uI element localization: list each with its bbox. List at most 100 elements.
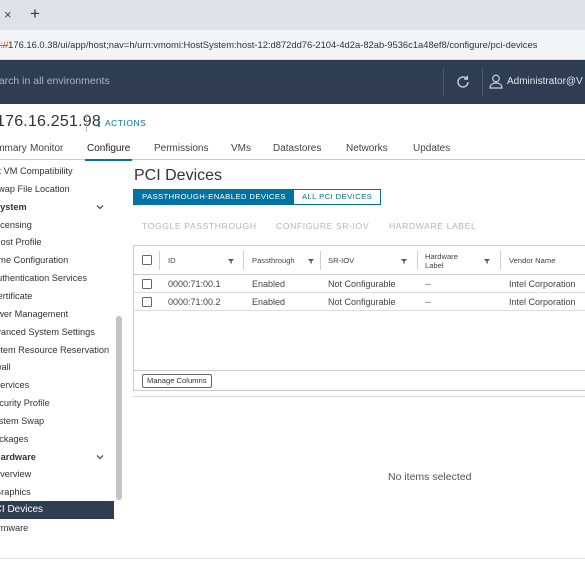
sidebar-item-hardware[interactable]: Hardware — [0, 448, 114, 466]
cell-id: 0000:71:00.2 — [168, 297, 221, 307]
table-row[interactable]: 0000:71:00.1 Enabled Not Configurable --… — [134, 275, 585, 293]
column-header-passthrough[interactable]: Passthrough — [252, 246, 295, 275]
sidebar-item-system[interactable]: System — [0, 198, 114, 216]
column-header-sriov[interactable]: SR-IOV — [328, 246, 354, 275]
sidebar-item-label: Services — [0, 380, 30, 391]
actions-menu[interactable]: ACTIONS — [98, 118, 146, 129]
cell-passthrough: Enabled — [252, 297, 286, 307]
sidebar-item-label: Licensing — [0, 219, 32, 230]
detail-divider — [133, 396, 585, 397]
cell-sriov: Not Configurable — [328, 279, 396, 289]
column-divider — [159, 251, 160, 270]
cell-vendor: Intel Corporation — [509, 297, 576, 307]
sidebar-item-system-swap[interactable]: System Swap — [0, 412, 114, 430]
new-tab-icon[interactable]: + — [30, 4, 40, 24]
tab-summary[interactable]: Summary — [0, 143, 27, 154]
sidebar-item-label: Authentication Services — [0, 273, 88, 284]
sidebar-item-label: Certificate — [0, 290, 33, 301]
column-header-vendor[interactable]: Vendor Name — [509, 246, 555, 275]
app-header: Search in all environments Administrator… — [0, 60, 585, 104]
sidebar-item-label: System Swap — [0, 415, 45, 426]
chevron-down-icon[interactable] — [95, 452, 105, 462]
tab-configure[interactable]: Configure — [84, 143, 133, 161]
main-tabs: SummaryMonitor Configure Permissions VMs Dat… — [0, 138, 585, 161]
sidebar-item-system-resource-reservation[interactable]: System Resource Reservation — [0, 341, 114, 359]
sidebar-item-overview[interactable]: Overview — [0, 465, 114, 483]
tab-vms[interactable]: VMs — [231, 143, 251, 154]
sidebar-item-label: Firewall — [0, 362, 11, 373]
manage-columns-button[interactable]: Manage Columns — [142, 374, 212, 388]
tab-close-icon[interactable]: × — [4, 7, 12, 22]
empty-detail-message: No items selected — [388, 471, 472, 483]
filter-icon[interactable] — [228, 259, 234, 264]
sidebar-item-services[interactable]: Services — [0, 376, 114, 394]
header-divider — [482, 68, 483, 96]
sidebar-item-label: Graphics — [0, 487, 31, 498]
sidebar-item-advanced-system-settings[interactable]: Advanced System Settings — [0, 323, 114, 341]
sidebar-item-label: Swap File Location — [0, 183, 70, 194]
column-divider — [500, 251, 501, 270]
all-pci-devices-button[interactable]: ALL PCI DEVICES — [293, 190, 381, 204]
column-header-id[interactable]: ID — [168, 246, 176, 275]
sidebar-item-label: Host Profile — [0, 237, 42, 248]
sidebar-item-label: Time Configuration — [0, 255, 69, 266]
sidebar-item-default-vm-compatibility[interactable]: Default VM Compatibility — [0, 162, 114, 180]
table-row[interactable]: 0000:71:00.2 Enabled Not Configurable --… — [134, 293, 585, 311]
user-icon[interactable] — [489, 74, 503, 89]
column-divider — [320, 251, 321, 270]
tab-monitor[interactable]: Monitor — [30, 143, 63, 154]
sidebar-item-power-management[interactable]: Power Management — [0, 305, 114, 323]
filter-icon[interactable] — [308, 259, 314, 264]
sidebar-item-licensing[interactable]: Licensing — [0, 216, 114, 234]
tab-permissions[interactable]: Permissions — [154, 143, 208, 154]
sidebar-item-label: Packages — [0, 433, 29, 444]
sidebar-item-graphics[interactable]: Graphics — [0, 483, 114, 501]
filter-icon[interactable] — [401, 259, 407, 264]
column-divider — [417, 251, 418, 270]
sidebar-item-time-configuration[interactable]: Time Configuration — [0, 251, 114, 269]
sidebar-item-packages[interactable]: Packages — [0, 430, 114, 448]
sidebar-item-certificate[interactable]: Certificate — [0, 287, 114, 305]
device-filter-toggle: PASSTHROUGH-ENABLED DEVICES ALL PCI DEVIC… — [133, 189, 382, 205]
select-all-checkbox[interactable] — [142, 255, 152, 265]
sidebar-item-security-profile[interactable]: Security Profile — [0, 394, 114, 412]
row-checkbox[interactable] — [142, 297, 152, 307]
configure-sriov-button[interactable]: CONFIGURE SR-IOV — [276, 221, 369, 231]
grid-footer: Manage Columns — [134, 370, 585, 392]
sidebar-item-swap-file-location[interactable]: Swap File Location — [0, 180, 114, 198]
sidebar-scrollbar[interactable] — [116, 316, 122, 500]
refresh-icon[interactable] — [455, 74, 471, 90]
sidebar-item-label: Hardware — [0, 451, 36, 462]
sidebar-item-pci-devices[interactable]: PCI Devices — [0, 501, 114, 520]
actions-label: ACTIONS — [105, 118, 147, 128]
hardware-label-button[interactable]: HARDWARE LABEL — [389, 221, 476, 231]
filter-icon[interactable] — [484, 259, 490, 264]
toggle-passthrough-button[interactable]: TOGGLE PASSTHROUGH — [142, 221, 257, 231]
cell-id: 0000:71:00.1 — [168, 279, 221, 289]
sidebar-item-label: System Resource Reservation — [0, 344, 110, 355]
column-divider — [243, 251, 244, 270]
passthrough-enabled-devices-button[interactable]: PASSTHROUGH-ENABLED DEVICES — [134, 190, 294, 204]
sidebar-item-host-profile[interactable]: Host Profile — [0, 233, 114, 251]
pci-device-grid: ID Passthrough SR-IOV Hardware Label Ven… — [133, 245, 585, 391]
sidebar-item-label: Firmware — [0, 523, 29, 533]
browser-tab-strip: × + — [0, 0, 585, 30]
column-header-hardware-label[interactable]: Hardware Label — [425, 246, 467, 275]
sidebar-item-authentication-services[interactable]: Authentication Services — [0, 269, 114, 287]
tab-networks[interactable]: Networks — [346, 143, 388, 154]
tab-updates[interactable]: Updates — [413, 143, 450, 154]
chevron-down-icon[interactable] — [95, 202, 105, 212]
global-search-input[interactable]: Search in all environments — [0, 75, 110, 87]
row-checkbox[interactable] — [142, 279, 152, 289]
tab-datastores[interactable]: Datastores — [273, 143, 321, 154]
user-menu[interactable]: Administrator@V — [507, 76, 583, 87]
url-scheme: https:// — [0, 39, 9, 50]
recent-tasks-bar — [0, 558, 585, 585]
sidebar-item-firewall[interactable]: Firewall — [0, 358, 114, 376]
sidebar-item-label: PCI Devices — [0, 504, 44, 516]
sidebar-item-firmware[interactable]: Firmware — [0, 519, 114, 537]
sidebar-item-label: Security Profile — [0, 398, 50, 409]
sidebar-item-label: Power Management — [0, 308, 69, 319]
address-bar[interactable]: https://176.16.0.38/ui/app/host;nav=h/ur… — [0, 30, 585, 60]
cell-sriov: Not Configurable — [328, 297, 396, 307]
